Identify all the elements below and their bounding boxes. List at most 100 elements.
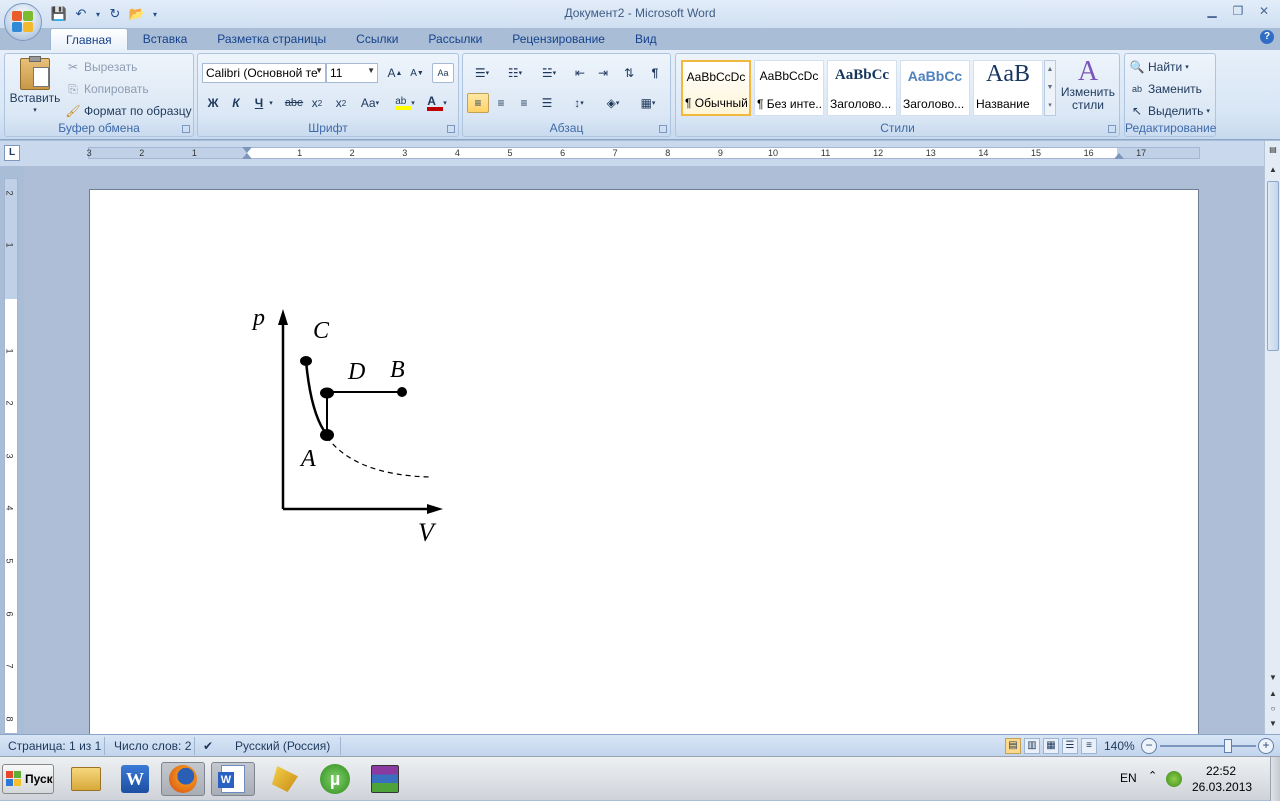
align-left-button[interactable]: ≡ <box>467 93 489 113</box>
tab-selector[interactable]: L <box>4 145 20 161</box>
font-size-select[interactable]: 11 ▼ <box>326 63 378 83</box>
document-page[interactable]: p C D B A V <box>89 189 1199 734</box>
tab-mailings[interactable]: Рассылки <box>413 28 497 50</box>
show-desktop-icon[interactable] <box>1270 757 1280 801</box>
tab-page-layout[interactable]: Разметка страницы <box>202 28 341 50</box>
decrease-indent-button[interactable]: ⇤ <box>569 63 591 83</box>
show-formatting-button[interactable]: ¶ <box>644 63 666 83</box>
restore-icon[interactable]: ❐ <box>1230 3 1246 19</box>
shading-button[interactable]: ◈ ▾ <box>598 93 628 113</box>
word-count[interactable]: Число слов: 2 <box>114 739 191 753</box>
dialog-launcher-icon[interactable] <box>182 125 190 133</box>
tab-view[interactable]: Вид <box>620 28 672 50</box>
chevron-down-icon[interactable]: ▼ <box>1266 671 1280 685</box>
ruler-toggle-icon[interactable]: ▤ <box>1266 143 1280 157</box>
chevron-up-icon[interactable]: ▲ <box>1266 163 1280 177</box>
indent-marker-icon[interactable] <box>242 153 252 159</box>
vertical-ruler[interactable]: 2 1 1 2 3 4 5 6 7 8 <box>4 178 18 734</box>
bullets-button[interactable]: ☰ ▾ <box>467 63 497 83</box>
style-heading-2[interactable]: AaBbCc Заголово... <box>900 60 970 116</box>
multilevel-list-button[interactable]: ☱ ▾ <box>534 63 564 83</box>
format-painter-button[interactable]: 🖌 Формат по образцу <box>65 103 191 119</box>
dialog-launcher-icon[interactable] <box>447 125 455 133</box>
chevron-up-icon[interactable]: ▲ <box>1045 61 1055 79</box>
right-indent-marker-icon[interactable] <box>1114 153 1124 159</box>
vertical-scrollbar[interactable]: ▤ ▲ ▼ ▲ ○ ▼ <box>1264 141 1280 734</box>
grow-font-button[interactable]: A ▲ <box>384 63 406 83</box>
dialog-launcher-icon[interactable] <box>659 125 667 133</box>
help-icon[interactable]: ? <box>1260 30 1274 44</box>
subscript-button[interactable]: x2 <box>306 93 328 113</box>
close-icon[interactable]: ✕ <box>1256 3 1272 19</box>
find-button[interactable]: 🔍 Найти ▾ <box>1129 59 1189 75</box>
sort-button[interactable]: ⇅ <box>618 63 640 83</box>
style-no-spacing[interactable]: AaBbCcDc ¶ Без инте... <box>754 60 824 116</box>
word-icon[interactable]: W <box>113 762 157 796</box>
start-button[interactable]: Пуск <box>2 764 54 794</box>
dialog-launcher-icon[interactable] <box>1108 125 1116 133</box>
horizontal-ruler[interactable]: 3 2 1 1 2 3 4 5 6 7 8 9 10 11 12 13 14 15 16 17 <box>87 147 1200 159</box>
zoom-slider-thumb[interactable] <box>1224 739 1233 753</box>
copy-button[interactable]: ⎘ Копировать <box>65 81 148 97</box>
draft-view-button[interactable]: ≡ <box>1081 738 1097 754</box>
next-page-icon[interactable]: ▼ <box>1266 717 1280 731</box>
zoom-out-icon[interactable]: − <box>1141 738 1157 754</box>
scroll-thumb[interactable] <box>1267 181 1279 351</box>
bold-button[interactable]: Ж <box>202 93 224 113</box>
zoom-level[interactable]: 140% <box>1104 739 1135 753</box>
word-document-icon[interactable]: W <box>211 762 255 796</box>
numbering-button[interactable]: ☷ ▾ <box>500 63 530 83</box>
print-layout-view-button[interactable]: ▤ <box>1005 738 1021 754</box>
proofing-icon[interactable]: ✔ <box>203 739 213 753</box>
keyboard-language[interactable]: EN <box>1120 771 1137 785</box>
line-spacing-button[interactable]: ↕ ▾ <box>564 93 594 113</box>
explorer-icon[interactable] <box>64 762 108 796</box>
clock-time[interactable]: 22:52 <box>1206 764 1236 778</box>
web-layout-button[interactable]: ▦ <box>1043 738 1059 754</box>
firefox-icon[interactable] <box>161 762 205 796</box>
clock-date[interactable]: 26.03.2013 <box>1192 780 1252 794</box>
full-screen-reading-button[interactable]: ▥ <box>1024 738 1040 754</box>
justify-button[interactable]: ☰ <box>536 93 558 113</box>
styles-scroll[interactable]: ▲ ▼ ▾ <box>1044 60 1056 116</box>
antivirus-icon[interactable] <box>1166 771 1182 787</box>
font-color-button[interactable]: A ▾ <box>422 93 452 113</box>
clear-formatting-button[interactable]: Aa <box>432 63 454 83</box>
tab-insert[interactable]: Вставка <box>128 28 203 50</box>
select-button[interactable]: ↖ Выделить ▾ <box>1129 103 1210 119</box>
borders-button[interactable]: ▦ ▾ <box>633 93 663 113</box>
style-title[interactable]: AaB Название <box>973 60 1043 116</box>
page-count[interactable]: Страница: 1 из 1 <box>8 739 101 753</box>
more-icon[interactable]: ▾ <box>1045 97 1055 115</box>
zoom-in-icon[interactable]: + <box>1258 738 1274 754</box>
cut-button[interactable]: ✂ Вырезать <box>65 59 137 75</box>
select-browse-object-icon[interactable]: ○ <box>1266 702 1280 716</box>
outline-view-button[interactable]: ☰ <box>1062 738 1078 754</box>
style-normal[interactable]: AaBbCcDc ¶ Обычный <box>681 60 751 116</box>
change-styles-button[interactable]: A Изменить стили <box>1060 58 1116 112</box>
paste-button[interactable]: Вставить ▾ <box>9 56 61 114</box>
tab-review[interactable]: Рецензирование <box>497 28 620 50</box>
increase-indent-button[interactable]: ⇥ <box>592 63 614 83</box>
align-center-button[interactable]: ≡ <box>490 93 512 113</box>
strikethrough-button[interactable]: abe <box>283 93 305 113</box>
winrar-icon[interactable] <box>363 762 407 796</box>
style-heading-1[interactable]: AaBbCc Заголово... <box>827 60 897 116</box>
tab-home[interactable]: Главная <box>50 28 128 50</box>
italic-button[interactable]: К <box>225 93 247 113</box>
highlight-button[interactable]: ab ▾ <box>390 93 420 113</box>
superscript-button[interactable]: x2 <box>330 93 352 113</box>
chevron-down-icon[interactable]: ▼ <box>1045 79 1055 97</box>
replace-button[interactable]: ab Заменить <box>1129 81 1202 97</box>
font-name-select[interactable]: Calibri (Основной те ▼ <box>202 63 326 83</box>
minimize-icon[interactable]: ▁ <box>1204 3 1220 19</box>
language-indicator[interactable]: Русский (Россия) <box>235 739 330 753</box>
utorrent-icon[interactable]: µ <box>313 762 357 796</box>
tab-references[interactable]: Ссылки <box>341 28 413 50</box>
show-hidden-icons-icon[interactable]: ⌃ <box>1148 769 1157 782</box>
winamp-icon[interactable] <box>263 762 307 796</box>
change-case-button[interactable]: Aa ▾ <box>356 93 384 113</box>
align-right-button[interactable]: ≡ <box>513 93 535 113</box>
previous-page-icon[interactable]: ▲ <box>1266 687 1280 701</box>
shrink-font-button[interactable]: A ▼ <box>406 63 428 83</box>
